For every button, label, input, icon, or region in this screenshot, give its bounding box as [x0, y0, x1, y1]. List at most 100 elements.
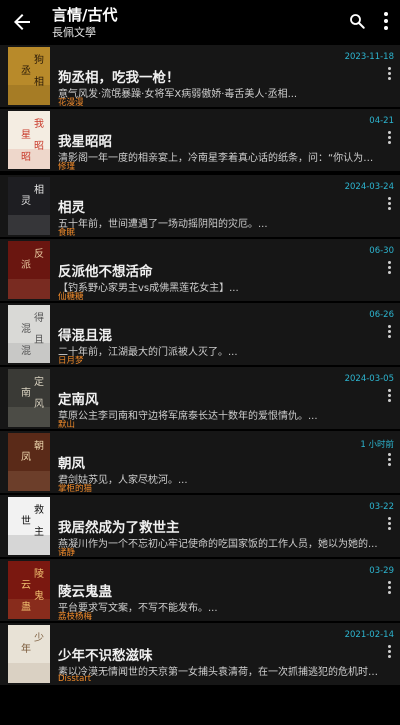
book-date: 2024-03-05: [344, 374, 394, 384]
title-block: 言情/古代 長佩文學: [52, 6, 117, 40]
svg-text:陵: 陵: [34, 568, 44, 580]
book-list-item[interactable]: 我星昭昭我星昭昭 清影阁一年一度的相亲宴上，冷南星李着真心话的纸条，问：“你认为我…: [0, 109, 400, 172]
page-title: 言情/古代: [52, 6, 118, 24]
item-more-icon[interactable]: [386, 131, 392, 145]
svg-text:蛊: 蛊: [21, 601, 31, 613]
svg-text:定: 定: [34, 375, 44, 388]
book-description: 燕凝川作为一个不忘初心牢记使命的吃国家饭的工作人员，她以为她的...: [58, 539, 378, 550]
book-date: 04-21: [369, 116, 394, 126]
book-author: Disstart: [58, 674, 92, 684]
svg-text:救: 救: [34, 503, 44, 516]
svg-text:相: 相: [34, 75, 44, 88]
item-more-icon[interactable]: [386, 261, 392, 275]
item-more-icon[interactable]: [386, 197, 392, 211]
book-author: 掌柜的猫: [58, 484, 93, 494]
item-more-icon[interactable]: [386, 581, 392, 595]
app-bar: 言情/古代 長佩文學: [0, 0, 400, 44]
book-author: 食眠: [58, 228, 76, 238]
item-more-icon[interactable]: [386, 517, 392, 531]
book-title: 我星昭昭: [58, 134, 112, 150]
book-list-item[interactable]: 狗丞相狗丞相，吃我一枪！ 意气风发·流氓暴躁·女将军X病弱傲娇·毒舌美人·丞相..…: [0, 45, 400, 108]
book-list-item[interactable]: 朝凤朝凤 君剑姑苏见，人家尽枕河。... 掌柜的猫 1 小时前: [0, 431, 400, 494]
book-description: 草原公主李司南和守边将军席泰长达十数年的爱恨情仇。...: [58, 411, 318, 422]
book-author: 花漫漫: [58, 98, 84, 108]
book-date: 03-29: [369, 566, 394, 576]
book-list-item[interactable]: 相灵相灵 五十年前，世间遭遇了一场动摇阴阳的灾厄。... 食眠 2024-03-24: [0, 175, 400, 238]
back-arrow-icon[interactable]: [10, 10, 34, 34]
more-vert-icon[interactable]: [380, 12, 392, 32]
book-title: 反派他不想活命: [58, 264, 153, 280]
book-description: 平台要求写文案，不写不能发布。...: [58, 603, 218, 614]
book-description: 君剑姑苏见，人家尽枕河。...: [58, 475, 188, 486]
svg-text:反: 反: [34, 248, 44, 260]
book-title: 陵云鬼蛊: [58, 584, 112, 600]
book-cover-image: 朝凤: [8, 433, 50, 491]
book-title: 狗丞相，吃我一枪！: [58, 70, 180, 86]
book-list-item[interactable]: 定南风定南风 草原公主李司南和守边将军席泰长达十数年的爱恨情仇。... 默山 2024…: [0, 367, 400, 430]
book-author: 修瑾: [58, 162, 76, 172]
item-more-icon[interactable]: [386, 645, 392, 659]
svg-text:昭: 昭: [34, 140, 44, 152]
book-list-item[interactable]: 救世主我居然成为了救世主燕凝川作为一个不忘初心牢记使命的吃国家饭的工作人员，她以…: [0, 495, 400, 558]
svg-text:朝: 朝: [34, 440, 44, 452]
book-description: 二十年前，江湖最大的门派被人灭了。...: [58, 347, 238, 358]
svg-text:我: 我: [34, 118, 44, 130]
book-title: 相灵: [58, 200, 85, 216]
svg-text:星: 星: [21, 129, 31, 141]
book-date: 2024-03-24: [344, 182, 394, 192]
book-date: 1 小时前: [360, 440, 394, 450]
svg-text:风: 风: [34, 398, 44, 410]
book-author: 荔枝杨梅: [58, 612, 93, 622]
page-subtitle: 長佩文學: [52, 26, 96, 39]
svg-text:派: 派: [21, 259, 31, 271]
svg-text:混: 混: [21, 345, 31, 357]
svg-text:且: 且: [34, 334, 44, 346]
svg-text:灵: 灵: [21, 195, 31, 207]
svg-text:云: 云: [21, 580, 31, 591]
item-more-icon[interactable]: [386, 389, 392, 403]
book-cover-image: 相灵: [8, 177, 50, 235]
book-title: 定南风: [58, 392, 99, 408]
book-cover-image: 救世主: [8, 497, 50, 555]
book-list: 狗丞相狗丞相，吃我一枪！ 意气风发·流氓暴躁·女将军X病弱傲娇·毒舌美人·丞相..…: [0, 45, 400, 695]
book-description: 五十年前，世间遭遇了一场动摇阴阳的灾厄。...: [58, 219, 268, 230]
book-cover-image: 狗丞相: [8, 47, 50, 105]
book-cover-image: 陵云鬼蛊: [8, 561, 50, 619]
book-date: 06-30: [369, 246, 394, 256]
svg-text:得: 得: [34, 312, 44, 324]
book-author: 仙糖糖: [58, 292, 84, 302]
book-author: 默山: [58, 420, 76, 430]
book-list-item[interactable]: 反派反派他不想活命 【钓系野心家男主vs成佛黑莲花女主】... 仙糖糖 06-30: [0, 239, 400, 302]
book-date: 2023-11-18: [344, 52, 394, 62]
book-title: 少年不识愁滋味: [58, 648, 153, 664]
svg-text:年: 年: [21, 642, 31, 655]
book-description: 意气风发·流氓暴躁·女将军X病弱傲娇·毒舌美人·丞相...: [58, 89, 298, 100]
item-more-icon[interactable]: [386, 325, 392, 339]
book-description: 素以冷漠无情闻世的天京第一女捕头袁清荷，在一次抓捕逃犯的危机时刻恰...: [58, 667, 382, 678]
book-cover-image: 得混且混: [8, 305, 50, 363]
book-cover-image: 定南风: [8, 369, 50, 427]
book-date: 2021-02-14: [344, 630, 394, 640]
svg-text:混: 混: [21, 323, 31, 335]
book-title: 我居然成为了救世主: [58, 520, 180, 536]
search-icon[interactable]: [348, 12, 366, 30]
svg-text:南: 南: [21, 386, 31, 399]
book-cover-image: 少年: [8, 625, 50, 683]
book-description: 【钓系野心家男主vs成佛黑莲花女主】...: [58, 283, 239, 294]
item-more-icon[interactable]: [386, 453, 392, 467]
svg-text:少: 少: [34, 632, 44, 644]
book-cover-image: 反派: [8, 241, 50, 299]
item-more-icon[interactable]: [386, 67, 392, 81]
svg-text:凤: 凤: [21, 451, 31, 463]
book-title: 得混且混: [58, 328, 112, 344]
svg-text:鬼: 鬼: [34, 589, 44, 602]
book-date: 06-26: [369, 310, 394, 320]
svg-text:狗: 狗: [34, 53, 44, 66]
book-title: 朝凤: [58, 456, 85, 472]
svg-text:丞: 丞: [21, 65, 31, 77]
book-list-item[interactable]: 得混且混得混且混 二十年前，江湖最大的门派被人灭了。... 日月梦 06-26: [0, 303, 400, 366]
book-list-item[interactable]: 陵云鬼蛊陵云鬼蛊 平台要求写文案，不写不能发布。... 荔枝杨梅 03-29: [0, 559, 400, 622]
book-list-item[interactable]: 少年少年不识愁滋味 素以冷漠无情闻世的天京第一女捕头袁清荷，在一次抓捕逃犯的危机时…: [0, 623, 400, 685]
book-cover-image: 我星昭昭: [8, 111, 50, 169]
svg-text:主: 主: [34, 526, 44, 538]
